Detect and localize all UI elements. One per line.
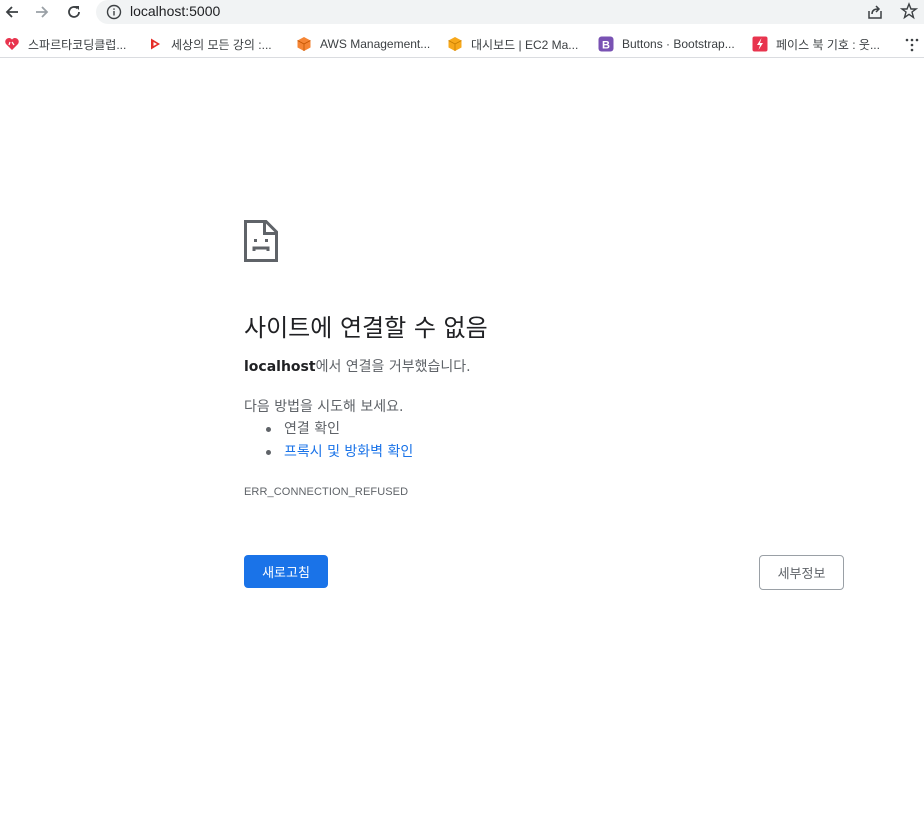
suggestion-check-connection: 연결 확인 xyxy=(266,420,413,443)
suggestions-list: 연결 확인 프록시 및 방화벽 확인 xyxy=(266,420,413,466)
bookmark-item[interactable]: 페이스 북 기호 : 웃... xyxy=(752,33,880,55)
svg-text:B: B xyxy=(602,39,610,51)
error-title: 사이트에 연결할 수 없음 xyxy=(244,314,488,342)
lightning-icon xyxy=(752,36,768,52)
more-bookmarks-icon[interactable] xyxy=(904,37,920,53)
bookmark-label: 대시보드 | EC2 Ma... xyxy=(471,37,579,52)
bootstrap-icon: B xyxy=(598,36,614,52)
forward-arrow-icon xyxy=(36,6,49,18)
bookmark-label: 스파르타코딩클럽... xyxy=(28,37,127,52)
url-text[interactable]: localhost:5000 xyxy=(130,3,220,19)
bookmark-label: AWS Management... xyxy=(320,37,431,51)
suggestions-heading: 다음 방법을 시도해 보세요. xyxy=(244,399,404,415)
bookmark-item[interactable]: 세상의 모든 강의 :... xyxy=(147,33,272,55)
reload-button[interactable]: 새로고침 xyxy=(244,555,328,588)
reload-icon xyxy=(68,6,80,18)
error-description: localhost에서 연결을 거부했습니다. xyxy=(244,356,471,376)
back-arrow-icon xyxy=(5,6,18,18)
address-bar[interactable]: localhost:5000 xyxy=(96,0,924,24)
sad-page-icon xyxy=(244,220,278,262)
star-icon[interactable] xyxy=(900,2,918,20)
forward-button[interactable] xyxy=(30,1,54,23)
play-icon xyxy=(147,36,163,52)
bookmark-label: 세상의 모든 강의 :... xyxy=(171,37,272,52)
bookmark-label: 페이스 북 기호 : 웃... xyxy=(776,37,880,52)
share-icon[interactable] xyxy=(866,3,884,21)
aws-ec2-icon xyxy=(447,36,463,52)
browser-toolbar: localhost:5000 xyxy=(0,0,924,26)
bookmarks-bar: 스파르타코딩클럽... 세상의 모든 강의 :... AWS Managemen… xyxy=(0,30,924,58)
aws-cube-icon xyxy=(296,36,312,52)
bookmark-item[interactable]: AWS Management... xyxy=(296,33,430,55)
error-code: ERR_CONNECTION_REFUSED xyxy=(244,486,409,498)
reload-browser-button[interactable] xyxy=(62,1,86,23)
back-button[interactable] xyxy=(0,1,24,23)
suggestion-check-proxy-firewall-link[interactable]: 프록시 및 방화벽 확인 xyxy=(266,443,413,466)
sparta-heart-icon xyxy=(4,36,20,52)
info-icon[interactable] xyxy=(106,4,122,20)
bookmark-label: Buttons · Bootstrap... xyxy=(622,37,735,51)
details-button[interactable]: 세부정보 xyxy=(759,555,844,590)
bookmark-item[interactable]: 대시보드 | EC2 Ma... xyxy=(447,33,578,55)
bookmark-item[interactable]: 스파르타코딩클럽... xyxy=(4,33,126,55)
bookmark-item[interactable]: B Buttons · Bootstrap... xyxy=(598,33,735,55)
error-host: localhost xyxy=(244,359,316,375)
error-description-text: 에서 연결을 거부했습니다. xyxy=(315,359,471,375)
